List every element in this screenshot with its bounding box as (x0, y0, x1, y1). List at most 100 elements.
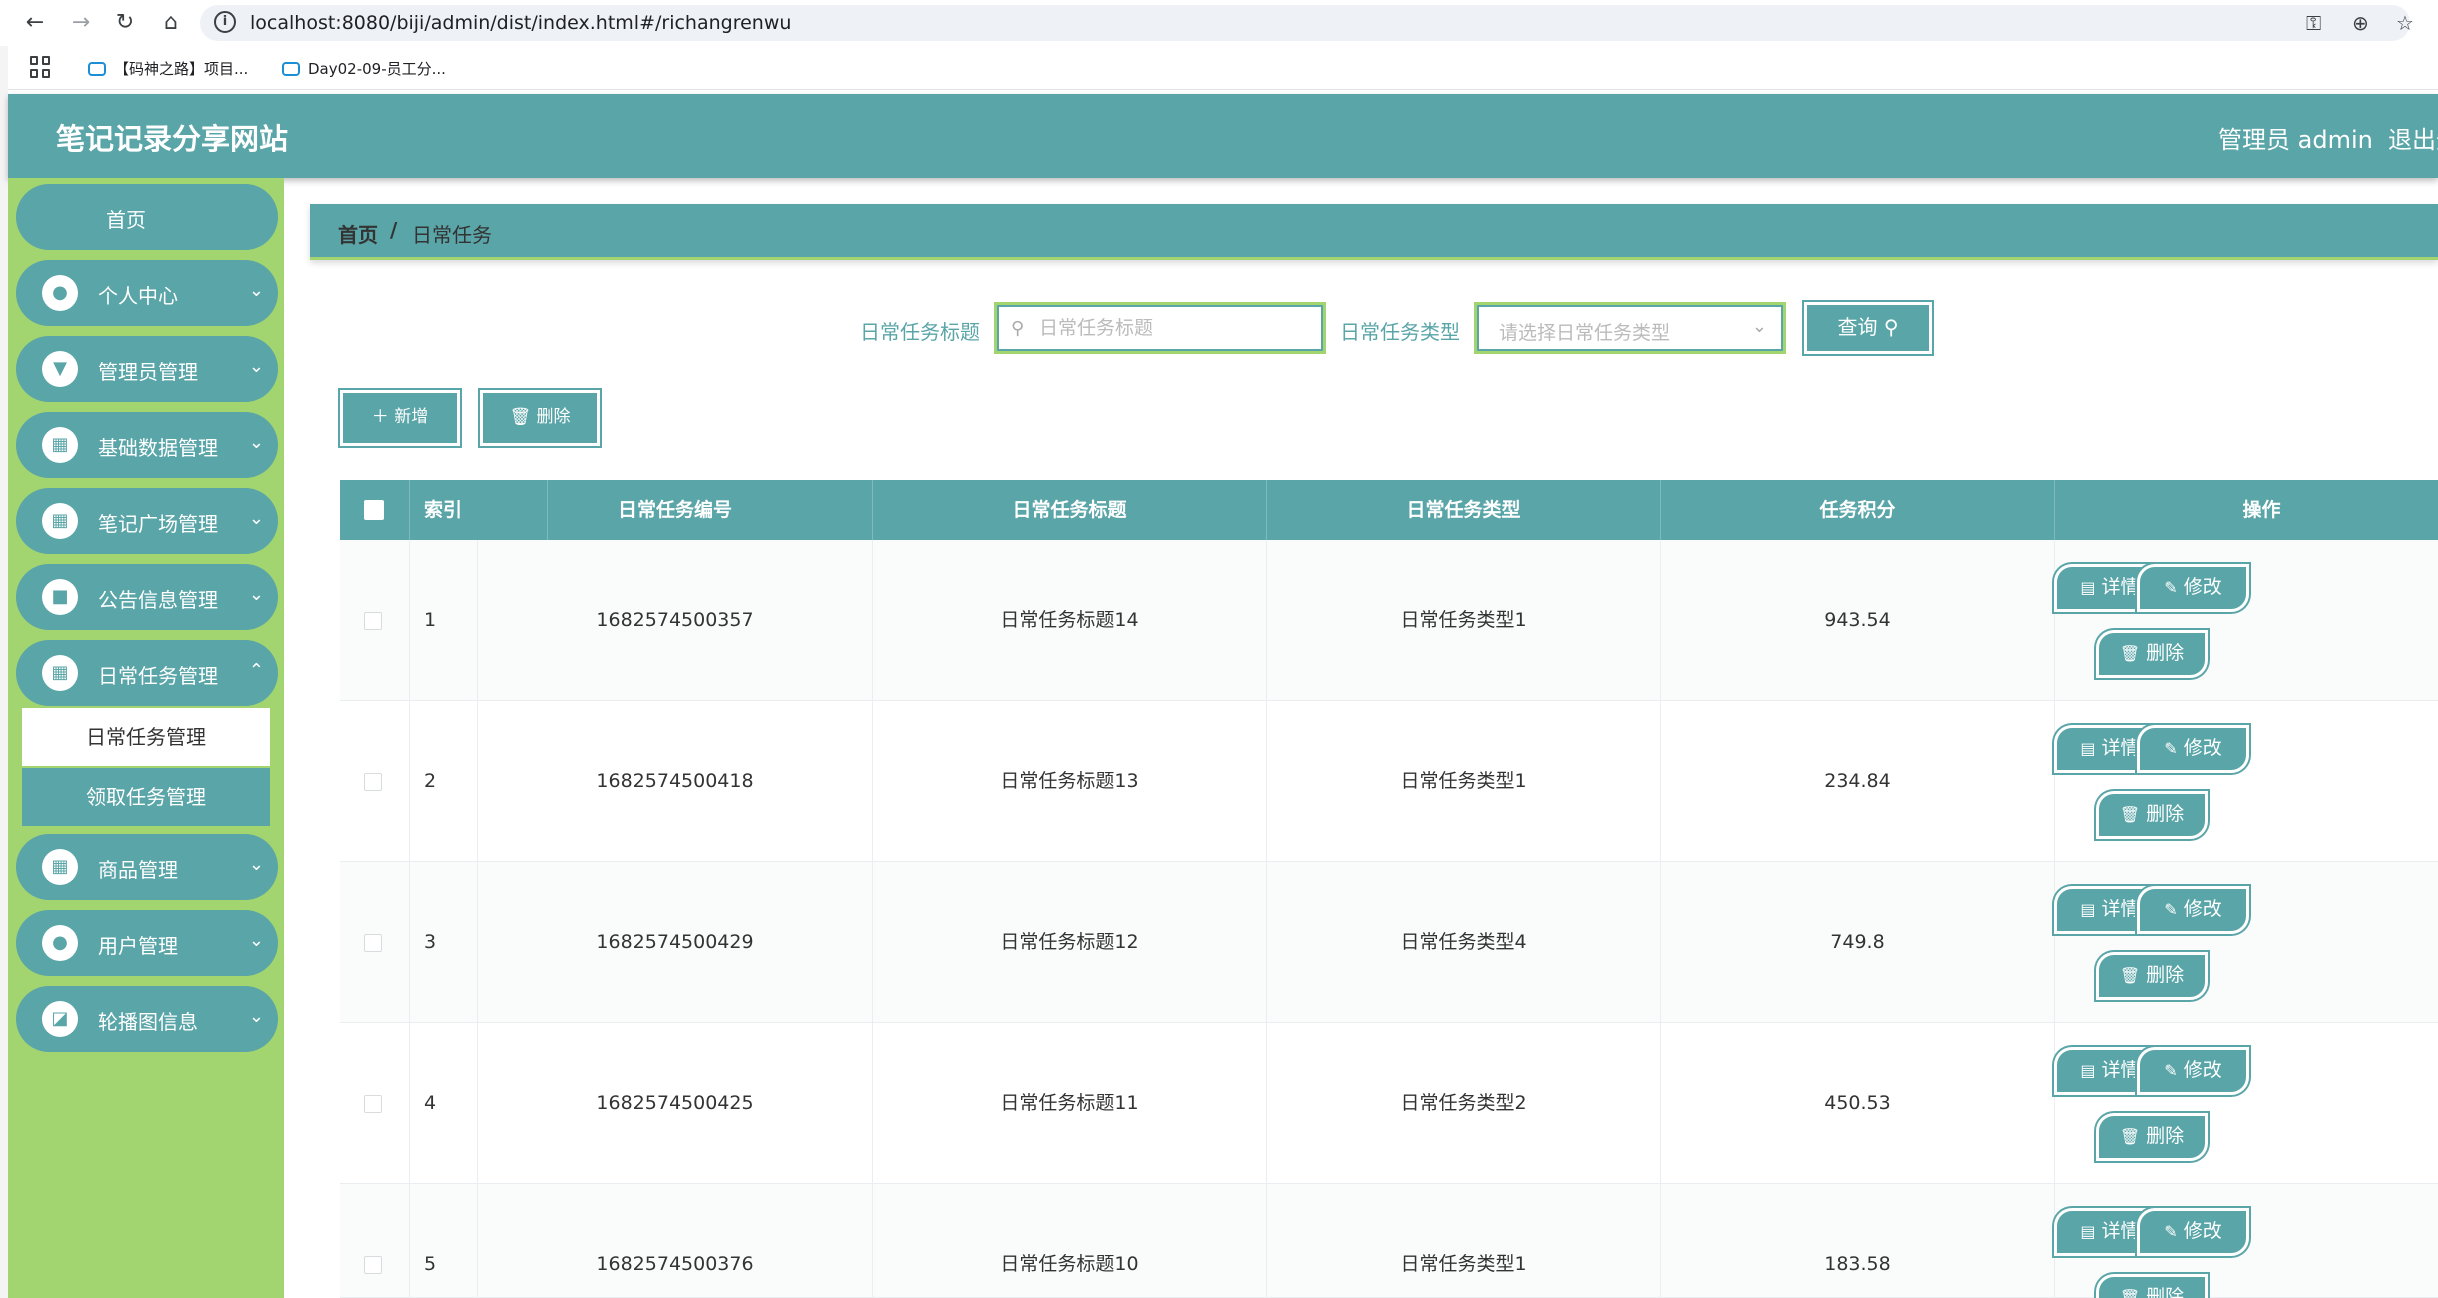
bilibili-icon (88, 62, 106, 76)
cell-code: 1682574500429 (478, 862, 873, 1023)
detail-button-label: 详情 (2101, 898, 2140, 920)
delete-button[interactable]: 🗑 删除 (2096, 630, 2208, 678)
row-checkbox[interactable] (364, 773, 382, 791)
sidebar-item-daily-tasks[interactable]: ▦ 日常任务管理 ⌃ (16, 640, 278, 706)
plus-icon: ＋ (371, 407, 395, 427)
cell-select (340, 701, 410, 862)
delete-button[interactable]: 🗑 删除 (2096, 791, 2208, 839)
grid-icon: ▦ (42, 655, 78, 691)
delete-button[interactable]: 🗑 删除 (2096, 952, 2208, 1000)
delete-button-label: 删除 (2146, 642, 2185, 664)
detail-button-label: 详情 (2101, 1059, 2140, 1081)
back-icon[interactable]: ← (20, 8, 50, 38)
logout-link[interactable]: 退出登录 (2388, 120, 2438, 155)
sidebar-item-admin-management[interactable]: ▼ 管理员管理 ⌄ (16, 336, 278, 402)
user-icon: ● (42, 275, 78, 311)
admin-label: 管理员 admin (2218, 126, 2373, 154)
bookmark-2[interactable]: Day02-09-员工分... (282, 58, 446, 79)
sidebar-item-label: 公告信息管理 (98, 588, 218, 612)
edit-button[interactable]: ✎ 修改 (2137, 725, 2249, 773)
sidebar-item-products[interactable]: ▦ 商品管理 ⌄ (16, 834, 278, 900)
edit-button[interactable]: ✎ 修改 (2137, 564, 2249, 612)
sidebar-item-users[interactable]: ● 用户管理 ⌄ (16, 910, 278, 976)
trash-icon: 🗑 (509, 407, 537, 427)
table-row: 3 1682574500429 日常任务标题12 日常任务类型4 749.8 ▤ 详情 ✎ 修改… (340, 862, 2438, 1023)
cell-select (340, 862, 410, 1023)
home-icon[interactable]: ⌂ (156, 8, 186, 38)
cell-type: 日常任务类型2 (1267, 1023, 1661, 1184)
chevron-down-icon: ⌄ (248, 854, 264, 875)
sidebar-item-carousel[interactable]: ◪ 轮播图信息 ⌄ (16, 986, 278, 1052)
search-title-field[interactable]: ⚲ (994, 302, 1326, 354)
sidebar-item-personal-center[interactable]: ● 个人中心 ⌄ (16, 260, 278, 326)
add-button[interactable]: ＋ 新增 (340, 390, 460, 446)
delete-button[interactable]: 🗑 删除 (2096, 1113, 2208, 1161)
delete-button[interactable]: 🗑 删除 (2096, 1274, 2208, 1298)
chevron-up-icon: ⌃ (248, 660, 264, 681)
table-row: 4 1682574500425 日常任务标题11 日常任务类型2 450.53 ▤ 详情 ✎ 修… (340, 1023, 2438, 1184)
cell-points: 234.84 (1661, 701, 2055, 862)
table-row: 5 1682574500376 日常任务标题10 日常任务类型1 183.58 ▤ 详情 ✎ 修… (340, 1184, 2438, 1298)
sidebar-item-notice[interactable]: ■ 公告信息管理 ⌄ (16, 564, 278, 630)
cell-type: 日常任务类型1 (1267, 540, 1661, 701)
select-all-cell (340, 480, 410, 540)
forward-icon[interactable]: → (66, 8, 96, 38)
cell-points: 183.58 (1661, 1184, 2055, 1298)
cell-title: 日常任务标题12 (873, 862, 1267, 1023)
cell-points: 450.53 (1661, 1023, 2055, 1184)
sidebar-item-label: 轮播图信息 (98, 1010, 198, 1034)
bilibili-icon (282, 62, 300, 76)
column-header: 日常任务编号 (478, 480, 873, 540)
table-row: 1 1682574500357 日常任务标题14 日常任务类型1 943.54 ▤ 详情 ✎ 修… (340, 540, 2438, 701)
row-checkbox[interactable] (364, 1256, 382, 1274)
cell-code: 1682574500376 (478, 1184, 873, 1298)
bookmark-label: Day02-09-员工分... (308, 60, 446, 78)
grid-icon: ▦ (42, 503, 78, 539)
search-icon: ⚲ (1883, 315, 1899, 339)
address-bar[interactable]: i localhost:8080/biji/admin/dist/index.h… (200, 5, 2414, 41)
edit-button[interactable]: ✎ 修改 (2137, 1208, 2249, 1256)
pencil-icon: ✎ (2164, 1061, 2178, 1080)
breadcrumb-home[interactable]: 首页 (338, 219, 378, 248)
select-all-checkbox[interactable] (364, 500, 384, 520)
chevron-down-icon: ⌄ (248, 280, 264, 301)
search-type-select[interactable]: 请选择日常任务类型 ⌄ (1474, 302, 1786, 354)
cell-index: 1 (410, 540, 478, 701)
grid-icon: ▦ (42, 427, 78, 463)
edit-button[interactable]: ✎ 修改 (2137, 886, 2249, 934)
sidebar-item-notes-square[interactable]: ▦ 笔记广场管理 ⌄ (16, 488, 278, 554)
query-button[interactable]: 查询 ⚲ (1804, 302, 1932, 354)
column-header: 日常任务标题 (873, 480, 1267, 540)
cell-operations: ▤ 详情 ✎ 修改 🗑 删除 (2054, 540, 2438, 701)
key-icon[interactable]: ⚿ (2306, 11, 2321, 35)
sidebar-item-label: 基础数据管理 (98, 436, 218, 460)
pencil-icon: ✎ (2164, 1222, 2178, 1241)
sidebar-item-basic-data[interactable]: ▦ 基础数据管理 ⌄ (16, 412, 278, 478)
cell-title: 日常任务标题14 (873, 540, 1267, 701)
star-icon[interactable]: ☆ (2396, 11, 2414, 35)
row-checkbox[interactable] (364, 1095, 382, 1113)
row-checkbox[interactable] (364, 934, 382, 952)
trash-icon: 🗑 (2119, 805, 2141, 824)
document-icon: ▤ (2080, 578, 2096, 597)
sidebar-subitem-daily-task-management[interactable]: 日常任务管理 (22, 708, 270, 766)
site-info-icon[interactable]: i (214, 11, 236, 33)
batch-delete-button[interactable]: 🗑 删除 (480, 390, 600, 446)
zoom-icon[interactable]: ⊕ (2352, 11, 2369, 35)
sidebar-item-label: 用户管理 (98, 934, 178, 958)
cell-type: 日常任务类型1 (1267, 1184, 1661, 1298)
row-checkbox[interactable] (364, 612, 382, 630)
sidebar-item-home[interactable]: 首页 (16, 184, 278, 250)
apps-grid-icon[interactable] (30, 56, 52, 78)
edit-button[interactable]: ✎ 修改 (2137, 1047, 2249, 1095)
delete-button-label: 删除 (2146, 1125, 2185, 1147)
sidebar-subitem-claim-task-management[interactable]: 领取任务管理 (22, 768, 270, 826)
sidebar-item-label: 日常任务管理 (98, 664, 218, 688)
bookmark-1[interactable]: 【码神之路】项目... (88, 58, 248, 79)
search-title-input[interactable] (1039, 315, 1309, 341)
address-url[interactable]: localhost:8080/biji/admin/dist/index.htm… (250, 12, 791, 34)
reload-icon[interactable]: ↻ (110, 8, 140, 38)
cell-operations: ▤ 详情 ✎ 修改 🗑 删除 (2054, 1023, 2438, 1184)
detail-button-label: 详情 (2101, 576, 2140, 598)
chevron-down-icon: ⌄ (248, 356, 264, 377)
